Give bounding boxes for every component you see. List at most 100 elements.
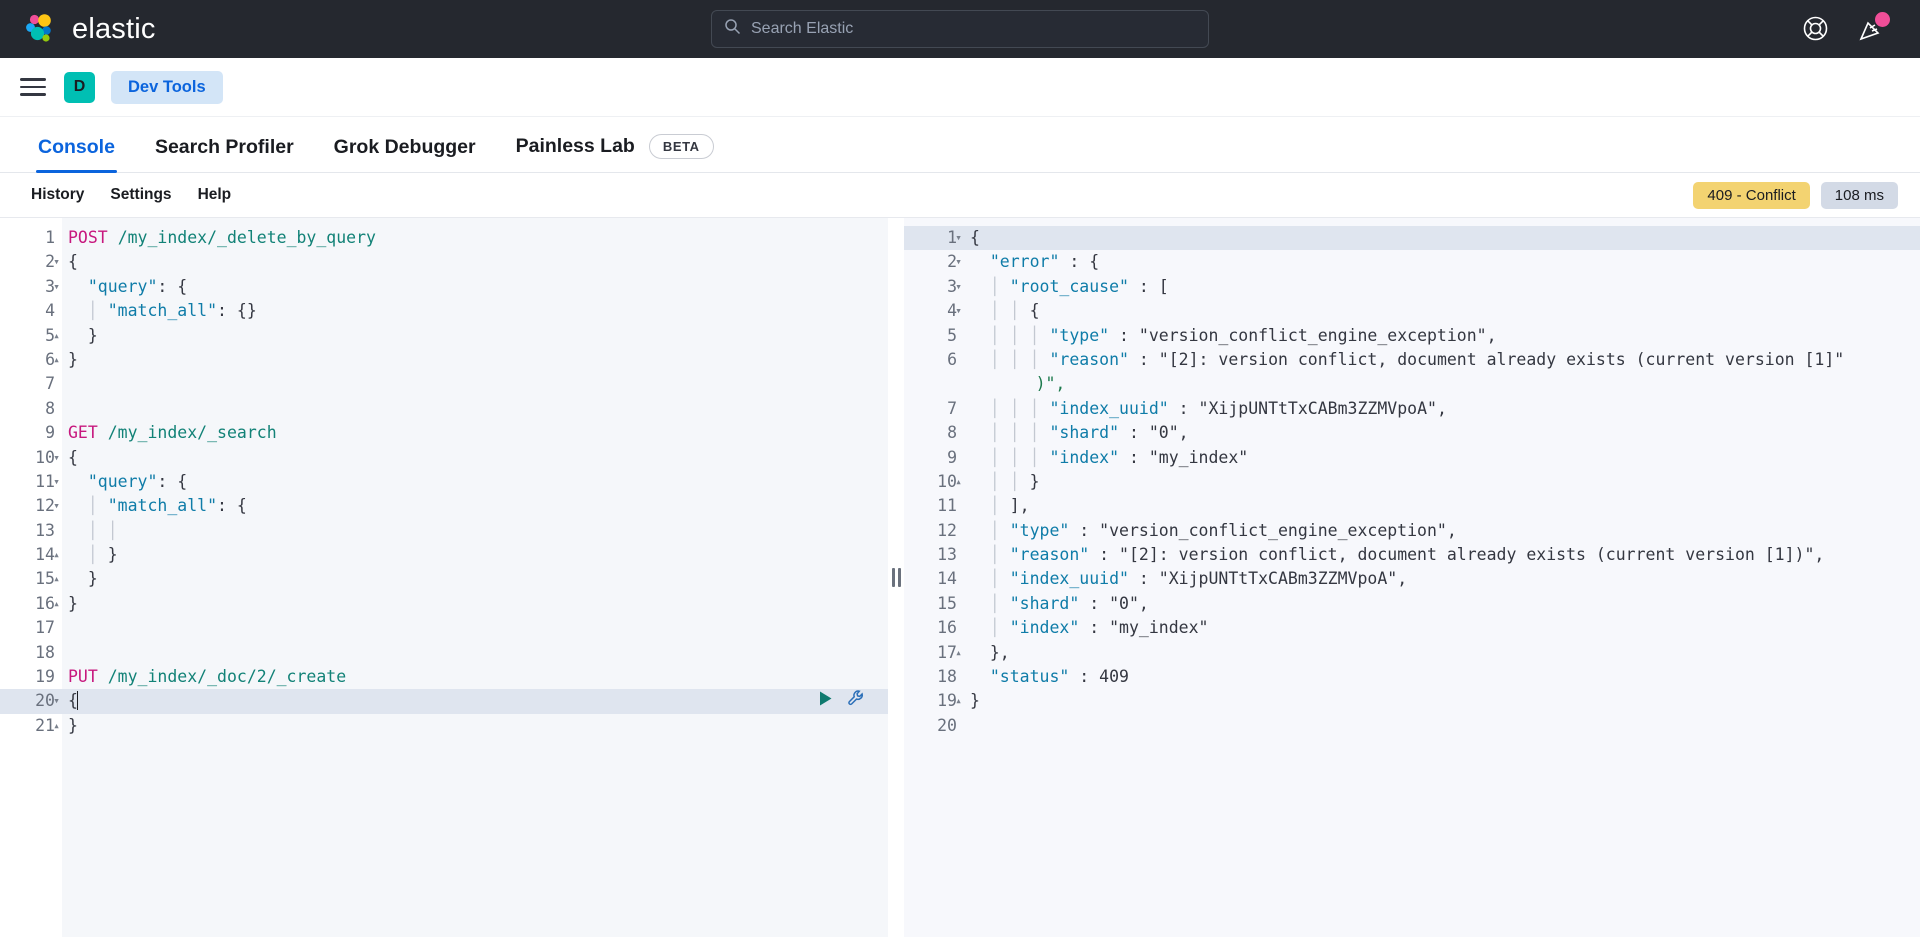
- tab-grok-debugger[interactable]: Grok Debugger: [314, 136, 496, 172]
- line-number: 3 ▾: [0, 275, 62, 299]
- text-cursor: [76, 691, 78, 711]
- code-line[interactable]: {: [62, 250, 888, 274]
- code-line[interactable]: │ "index" : "my_index": [964, 616, 1920, 640]
- tab-console[interactable]: Console: [18, 136, 135, 173]
- code-line[interactable]: [62, 616, 888, 640]
- line-number: 17 ▴: [904, 641, 964, 665]
- code-line[interactable]: │ │ │ "index" : "my_index": [964, 446, 1920, 470]
- line-number: 10 ▴: [904, 470, 964, 494]
- code-line[interactable]: }: [62, 348, 888, 372]
- request-options-wrench-icon[interactable]: [847, 689, 866, 708]
- code-line[interactable]: │ "match_all": {}: [62, 299, 888, 323]
- search-input[interactable]: [751, 20, 1196, 38]
- line-number: 6 ▴: [0, 348, 62, 372]
- line-number: 5 ▴: [0, 324, 62, 348]
- request-gutter[interactable]: 1 2 ▾ 3 ▾ 4 5 ▴ 6 ▴ 7 8 9 10 ▾ 11 ▾ 12 ▾ 13 14 ▴ 15 ▴ 16 ▴ 17 18 19 2…: [0, 218, 62, 937]
- response-editor[interactable]: 1 ▾ 2 ▾ 3 ▾ 4 ▾ 5 6 7 8 9 10 ▴ 11 12 13 14 15 16 17 ▴ 18 19 ▴ 20 {…: [904, 218, 1920, 937]
- line-number: 18: [35, 642, 55, 662]
- avatar[interactable]: D: [64, 71, 95, 103]
- help-button[interactable]: Help: [185, 186, 245, 204]
- app-breadcrumb-bar: D Dev Tools: [0, 58, 1920, 117]
- code-line[interactable]: │ ],: [964, 494, 1920, 518]
- code-line[interactable]: }: [62, 567, 888, 591]
- line-number: 15 ▴: [0, 567, 62, 591]
- response-code[interactable]: { "error" : { │ "root_cause" : [ │ │ { │…: [964, 218, 1920, 937]
- nav-menu-icon[interactable]: [18, 72, 48, 102]
- tab-label: Console: [38, 136, 115, 158]
- line-number: 19: [35, 667, 55, 687]
- code-line[interactable]: │ │ │ "type" : "version_conflict_engine_…: [964, 324, 1920, 348]
- code-line[interactable]: PUT /my_index/_doc/2/_create: [62, 665, 888, 706]
- notification-dot: [1875, 12, 1890, 27]
- send-request-play-icon[interactable]: [817, 690, 834, 707]
- response-gutter: 1 ▾ 2 ▾ 3 ▾ 4 ▾ 5 6 7 8 9 10 ▴ 11 12 13 14 15 16 17 ▴ 18 19 ▴ 20: [904, 218, 964, 937]
- elastic-logo-icon: [22, 11, 58, 47]
- line-number: 14: [937, 569, 957, 589]
- request-actions: [817, 689, 866, 708]
- tab-label: Painless Lab: [515, 135, 635, 157]
- code-line[interactable]: │ │ }: [964, 470, 1920, 494]
- code-line[interactable]: }: [62, 592, 888, 616]
- line-number: 16 ▴: [0, 592, 62, 616]
- code-line[interactable]: [62, 372, 888, 396]
- breadcrumb[interactable]: Dev Tools: [111, 70, 223, 104]
- code-line[interactable]: │ }: [62, 543, 888, 567]
- code-line[interactable]: │ │ │ "index_uuid" : "XijpUNTtTxCABm3ZZM…: [964, 397, 1920, 421]
- line-number: 12: [937, 520, 957, 540]
- global-search[interactable]: [711, 10, 1209, 48]
- response-status-group: 409 - Conflict 108 ms: [1693, 181, 1898, 209]
- code-line[interactable]: "status" : 409: [964, 665, 1920, 689]
- code-line[interactable]: {: [62, 689, 888, 714]
- line-number: 9: [45, 423, 55, 443]
- code-line[interactable]: },: [964, 641, 1920, 665]
- code-line[interactable]: {: [964, 226, 1920, 251]
- line-number: 16: [937, 618, 957, 638]
- code-line[interactable]: }: [964, 689, 1920, 713]
- code-line[interactable]: {: [62, 446, 888, 470]
- tab-search-profiler[interactable]: Search Profiler: [135, 136, 314, 172]
- code-line[interactable]: │ "type" : "version_conflict_engine_exce…: [964, 519, 1920, 543]
- settings-button[interactable]: Settings: [97, 186, 184, 204]
- line-number: 4: [45, 301, 55, 321]
- tab-label: Grok Debugger: [333, 136, 476, 158]
- line-number: 6: [947, 349, 957, 369]
- code-line[interactable]: [964, 714, 1920, 738]
- code-line[interactable]: }: [62, 714, 888, 738]
- code-line[interactable]: }: [62, 324, 888, 348]
- help-lifebuoy-icon[interactable]: [1802, 15, 1830, 43]
- code-line[interactable]: GET /my_index/_search: [62, 421, 888, 445]
- code-line[interactable]: │ "match_all": {: [62, 494, 888, 518]
- code-line[interactable]: │ "shard" : "0",: [964, 592, 1920, 616]
- code-line[interactable]: │ "root_cause" : [: [964, 275, 1920, 299]
- line-number: 7: [45, 374, 55, 394]
- pane-splitter[interactable]: [888, 218, 904, 937]
- request-code[interactable]: POST /my_index/_delete_by_query{ "query"…: [62, 218, 888, 937]
- line-number: 10 ▾: [0, 446, 62, 470]
- code-line[interactable]: "query": {: [62, 275, 888, 299]
- code-line[interactable]: "query": {: [62, 470, 888, 494]
- line-number: 20 ▾: [0, 689, 62, 714]
- code-line[interactable]: [62, 641, 888, 665]
- code-line[interactable]: │ "reason" : "[2]: version conflict, doc…: [964, 543, 1920, 567]
- code-line[interactable]: │ │: [62, 519, 888, 543]
- code-line[interactable]: │ │ {: [964, 299, 1920, 323]
- status-badge: 409 - Conflict: [1693, 181, 1810, 209]
- brand[interactable]: elastic: [0, 11, 156, 47]
- code-line[interactable]: │ │ │ "reason" : "[2]: version conflict,…: [964, 348, 1920, 397]
- tab-painless-lab[interactable]: Painless Lab BETA: [496, 134, 734, 172]
- line-number: 19 ▴: [904, 689, 964, 713]
- code-line[interactable]: │ "index_uuid" : "XijpUNTtTxCABm3ZZMVpoA…: [964, 567, 1920, 591]
- code-line[interactable]: [62, 397, 888, 421]
- line-number: 4 ▾: [904, 299, 964, 323]
- line-number: 2 ▾: [0, 250, 62, 274]
- history-button[interactable]: History: [18, 186, 97, 204]
- search-icon: [724, 18, 741, 40]
- request-editor[interactable]: 1 2 ▾ 3 ▾ 4 5 ▴ 6 ▴ 7 8 9 10 ▾ 11 ▾ 12 ▾ 13 14 ▴ 15 ▴ 16 ▴ 17 18 19 2…: [0, 218, 888, 937]
- announcements-icon[interactable]: [1858, 12, 1890, 43]
- code-line[interactable]: POST /my_index/_delete_by_query: [62, 226, 888, 250]
- code-line[interactable]: "error" : {: [964, 250, 1920, 274]
- line-number: 8: [947, 423, 957, 443]
- line-number: 9: [947, 447, 957, 467]
- code-line[interactable]: │ │ │ "shard" : "0",: [964, 421, 1920, 445]
- line-number: 13: [35, 520, 55, 540]
